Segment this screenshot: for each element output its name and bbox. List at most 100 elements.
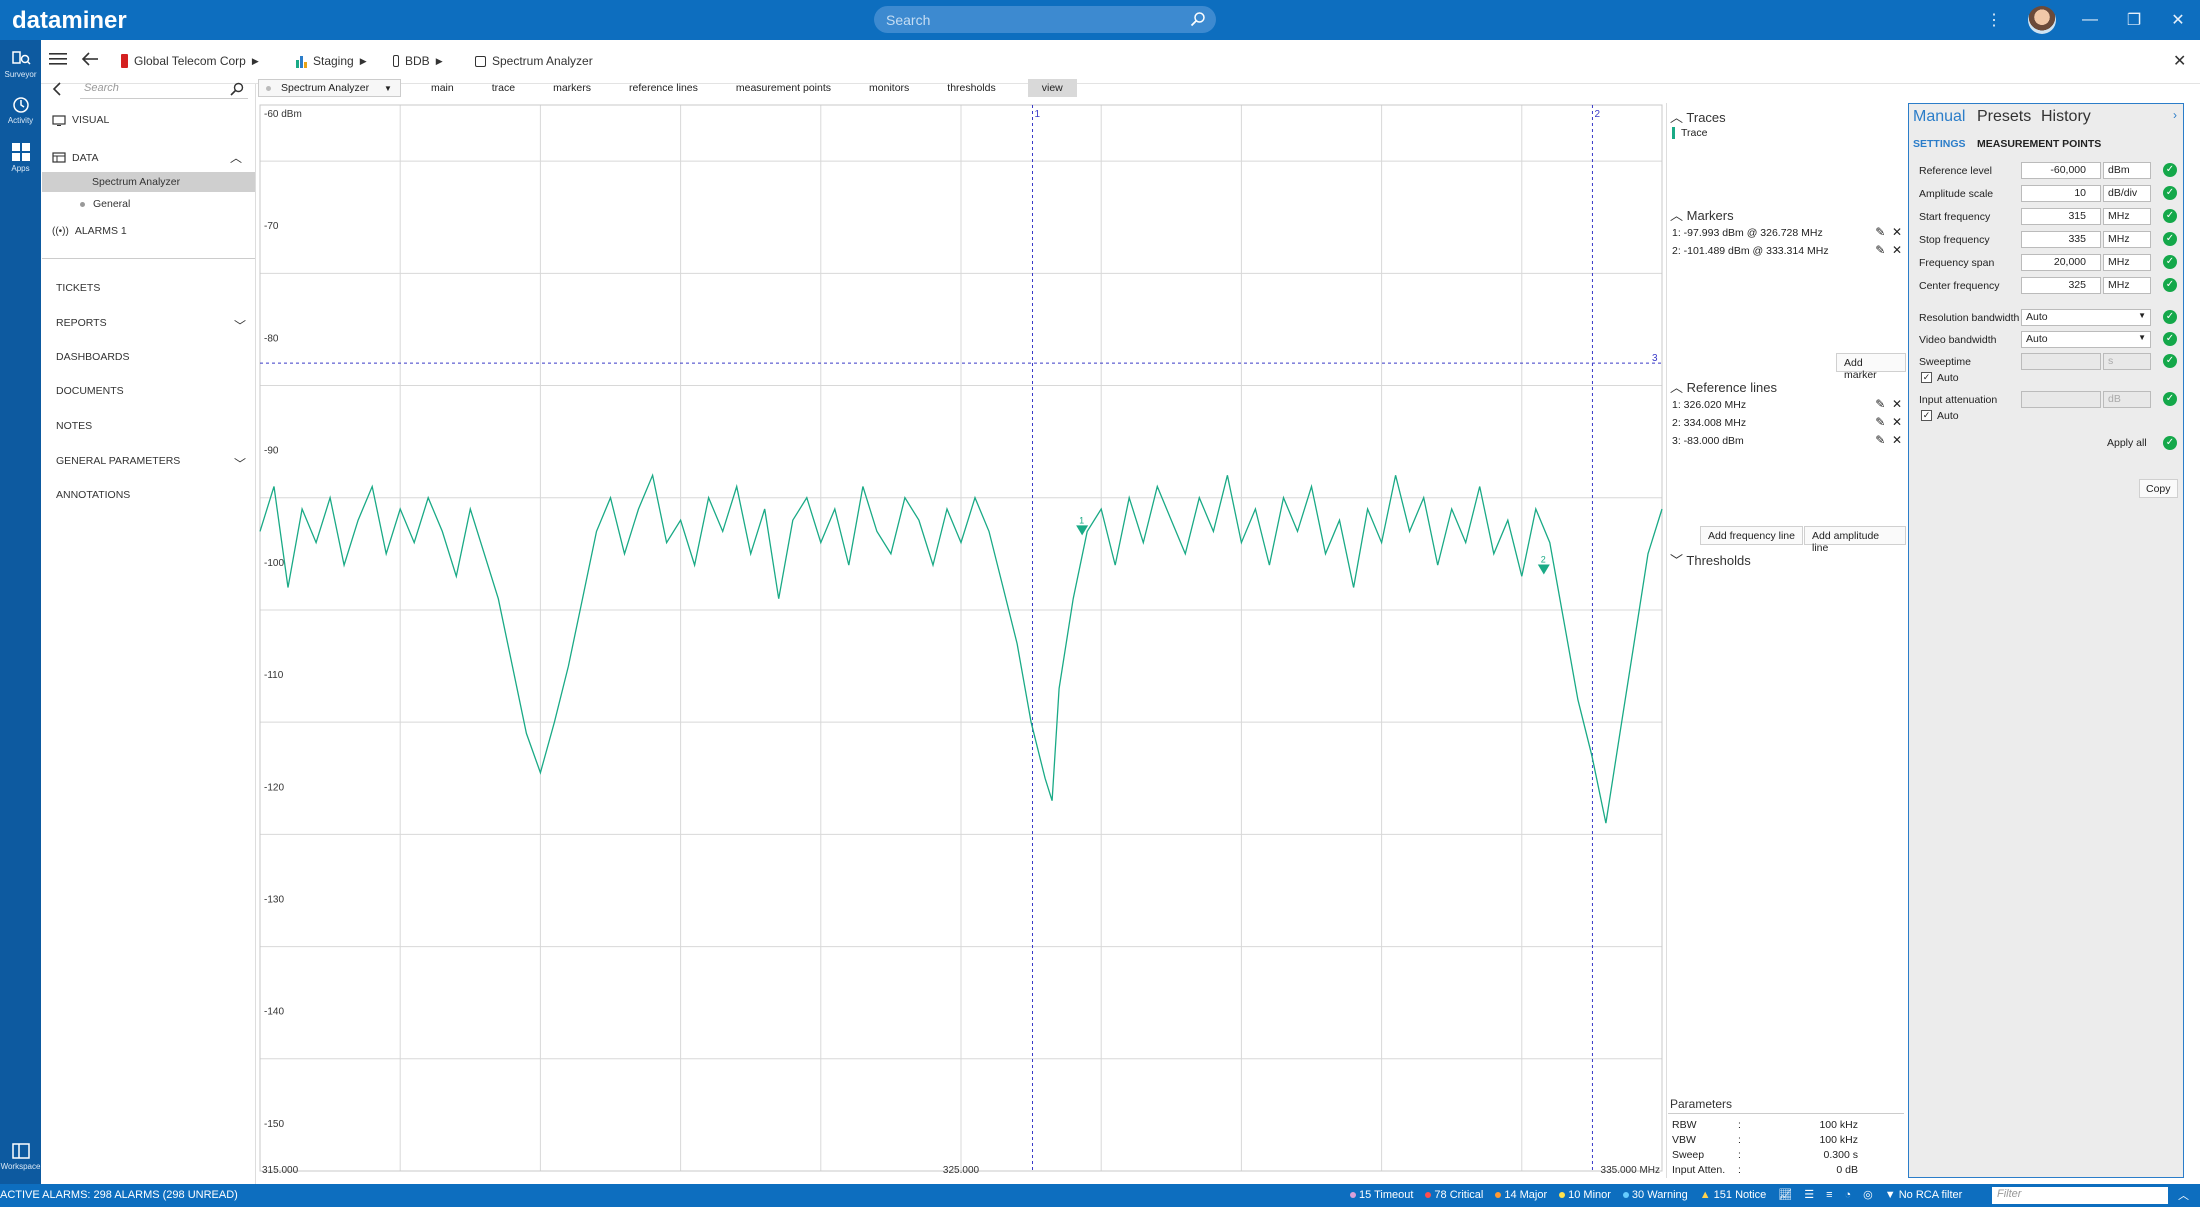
setting-ok-icon[interactable]: ✓: [2163, 278, 2177, 292]
spectrum-chart[interactable]: -60 dBm -70 -80 -90 -100 -110 -120 -130 -140 -150…: [258, 103, 1664, 1178]
rail-surveyor[interactable]: Surveyor: [0, 50, 41, 79]
setting-unit-select[interactable]: dB/div: [2103, 185, 2151, 202]
setting-unit-select[interactable]: MHz: [2103, 254, 2151, 271]
refline-item-3[interactable]: 3: -83.000 dBm: [1672, 435, 1744, 447]
list-view-icon[interactable]: ☰: [1804, 1188, 1814, 1201]
sidebar-item-visual[interactable]: VISUAL: [52, 114, 109, 126]
setting-ok-icon[interactable]: ✓: [2163, 163, 2177, 177]
edit-pencil-icon[interactable]: ✎: [1875, 415, 1885, 429]
attenuation-unit-select[interactable]: dB: [2103, 391, 2151, 408]
chevron-down-icon[interactable]: ﹀: [234, 455, 246, 472]
marker-item-1[interactable]: 1: -97.993 dBm @ 326.728 MHz: [1672, 227, 1823, 239]
marker-item-2[interactable]: 2: -101.489 dBm @ 333.314 MHz: [1672, 245, 1829, 257]
setting-value-input[interactable]: 20,000: [2021, 254, 2101, 271]
minimize-icon[interactable]: —: [2068, 11, 2112, 29]
rail-activity[interactable]: Activity: [0, 96, 41, 125]
app-logo[interactable]: dataminer: [12, 7, 127, 35]
sweeptime-input[interactable]: [2021, 353, 2101, 370]
edit-pencil-icon[interactable]: ✎: [1875, 397, 1885, 411]
filter-search-icon[interactable]: ⌕: [2154, 1188, 2160, 1201]
sidebar-item-dashboards[interactable]: DASHBOARDS: [56, 351, 130, 363]
breadcrumb-item-spectrum[interactable]: Spectrum Analyzer: [475, 54, 593, 68]
close-card-icon[interactable]: ✕: [2173, 51, 2186, 71]
markers-header[interactable]: ︿ Markers: [1670, 205, 1734, 224]
rbw-ok-icon[interactable]: ✓: [2163, 310, 2177, 324]
focus-icon[interactable]: ◎: [1863, 1188, 1873, 1201]
sidebar-item-annotations[interactable]: ANNOTATIONS: [56, 489, 130, 501]
delete-x-icon[interactable]: ✕: [1892, 433, 1902, 447]
vbw-ok-icon[interactable]: ✓: [2163, 332, 2177, 346]
refline-item-1[interactable]: 1: 326.020 MHz: [1672, 399, 1746, 411]
tab-measurement-points[interactable]: measurement points: [730, 79, 837, 97]
delete-x-icon[interactable]: ✕: [1892, 243, 1902, 257]
subtab-measurement-points[interactable]: MEASUREMENT POINTS: [1977, 138, 2101, 150]
chevron-down-icon[interactable]: ﹀: [234, 317, 246, 334]
active-alarms-summary[interactable]: ACTIVE ALARMS: 298 ALARMS (298 UNREAD): [0, 1189, 238, 1201]
restore-icon[interactable]: ❐: [2112, 10, 2156, 30]
rca-filter[interactable]: ▼ No RCA filter: [1885, 1189, 1963, 1201]
tab-reference-lines[interactable]: reference lines: [623, 79, 704, 97]
attenuation-input[interactable]: [2021, 391, 2101, 408]
tab-presets[interactable]: Presets: [1977, 108, 2031, 126]
setting-value-input[interactable]: 10: [2021, 185, 2101, 202]
back-arrow-icon[interactable]: [81, 52, 99, 66]
delete-x-icon[interactable]: ✕: [1892, 415, 1902, 429]
trend-icon[interactable]: 📈︎: [1778, 1188, 1792, 1201]
tab-main[interactable]: main: [425, 79, 460, 97]
apply-all-button[interactable]: Apply all: [2107, 437, 2147, 449]
major-counter[interactable]: 14 Major: [1495, 1189, 1547, 1201]
tab-trace[interactable]: trace: [486, 79, 521, 97]
setting-ok-icon[interactable]: ✓: [2163, 232, 2177, 246]
sidebar-item-general[interactable]: General: [80, 198, 130, 210]
sidebar-item-spectrum[interactable]: Spectrum Analyzer: [92, 176, 180, 188]
sidebar-item-alarms[interactable]: ((•)) ALARMS 1: [52, 225, 127, 237]
sidebar-item-notes[interactable]: NOTES: [56, 420, 92, 432]
sidebar-search-icon[interactable]: [230, 82, 244, 96]
breadcrumb-item-staging[interactable]: Staging ▶: [296, 54, 367, 68]
sidebar-item-data[interactable]: DATA ︿: [52, 149, 242, 166]
apply-all-ok-icon[interactable]: ✓: [2163, 436, 2177, 450]
sidebar-item-tickets[interactable]: TICKETS: [56, 282, 100, 294]
setting-unit-select[interactable]: MHz: [2103, 208, 2151, 225]
thresholds-header[interactable]: ﹀ Thresholds: [1670, 550, 1751, 569]
user-avatar[interactable]: [2028, 6, 2056, 34]
setting-ok-icon[interactable]: ✓: [2163, 186, 2177, 200]
menu-dots-icon[interactable]: ⋮: [1972, 10, 2016, 30]
search-icon[interactable]: [1190, 11, 1206, 27]
edit-pencil-icon[interactable]: ✎: [1875, 225, 1885, 239]
edit-pencil-icon[interactable]: ✎: [1875, 243, 1885, 257]
element-dropdown[interactable]: Spectrum Analyzer ▼: [258, 79, 401, 97]
sidebar-item-documents[interactable]: DOCUMENTS: [56, 385, 124, 397]
copy-button[interactable]: Copy: [2139, 479, 2178, 498]
sidebar-item-reports[interactable]: REPORTS ﹀: [56, 317, 246, 334]
pie-icon[interactable]: ◔: [1845, 1189, 1852, 1201]
attenuation-ok-icon[interactable]: ✓: [2163, 392, 2177, 406]
sweeptime-unit-select[interactable]: s: [2103, 353, 2151, 370]
notice-counter[interactable]: ▲ 151 Notice: [1700, 1189, 1766, 1201]
close-window-icon[interactable]: ✕: [2156, 10, 2200, 30]
setting-unit-select[interactable]: MHz: [2103, 277, 2151, 294]
warning-counter[interactable]: 30 Warning: [1622, 1189, 1688, 1201]
setting-value-input[interactable]: -60,000: [2021, 162, 2101, 179]
collapse-panel-icon[interactable]: ›: [2173, 108, 2177, 122]
reference-lines-header[interactable]: ︿ Reference lines: [1670, 377, 1777, 396]
setting-value-input[interactable]: 315: [2021, 208, 2101, 225]
add-frequency-line-button[interactable]: Add frequency line: [1700, 526, 1803, 545]
add-marker-button[interactable]: Add marker: [1836, 353, 1906, 381]
setting-unit-select[interactable]: dBm: [2103, 162, 2151, 179]
minor-counter[interactable]: 10 Minor: [1559, 1189, 1611, 1201]
vbw-select[interactable]: Auto ▼: [2021, 331, 2151, 348]
delete-x-icon[interactable]: ✕: [1892, 225, 1902, 239]
delete-x-icon[interactable]: ✕: [1892, 397, 1902, 411]
setting-value-input[interactable]: 335: [2021, 231, 2101, 248]
alarm-filter-input[interactable]: Filter: [1992, 1187, 2168, 1204]
sidebar-search-input[interactable]: Search: [80, 80, 248, 99]
setting-value-input[interactable]: 325: [2021, 277, 2101, 294]
traces-header[interactable]: ︿ Traces: [1670, 107, 1726, 126]
collapse-alarms-icon[interactable]: ︿: [2178, 1187, 2189, 1203]
breadcrumb-item-company[interactable]: Global Telecom Corp ▶: [121, 54, 259, 68]
sidebar-back-icon[interactable]: [52, 82, 62, 96]
rail-workspace[interactable]: Workspace: [0, 1142, 41, 1171]
add-amplitude-line-button[interactable]: Add amplitude line: [1804, 526, 1906, 554]
tab-view[interactable]: view: [1027, 79, 1077, 97]
